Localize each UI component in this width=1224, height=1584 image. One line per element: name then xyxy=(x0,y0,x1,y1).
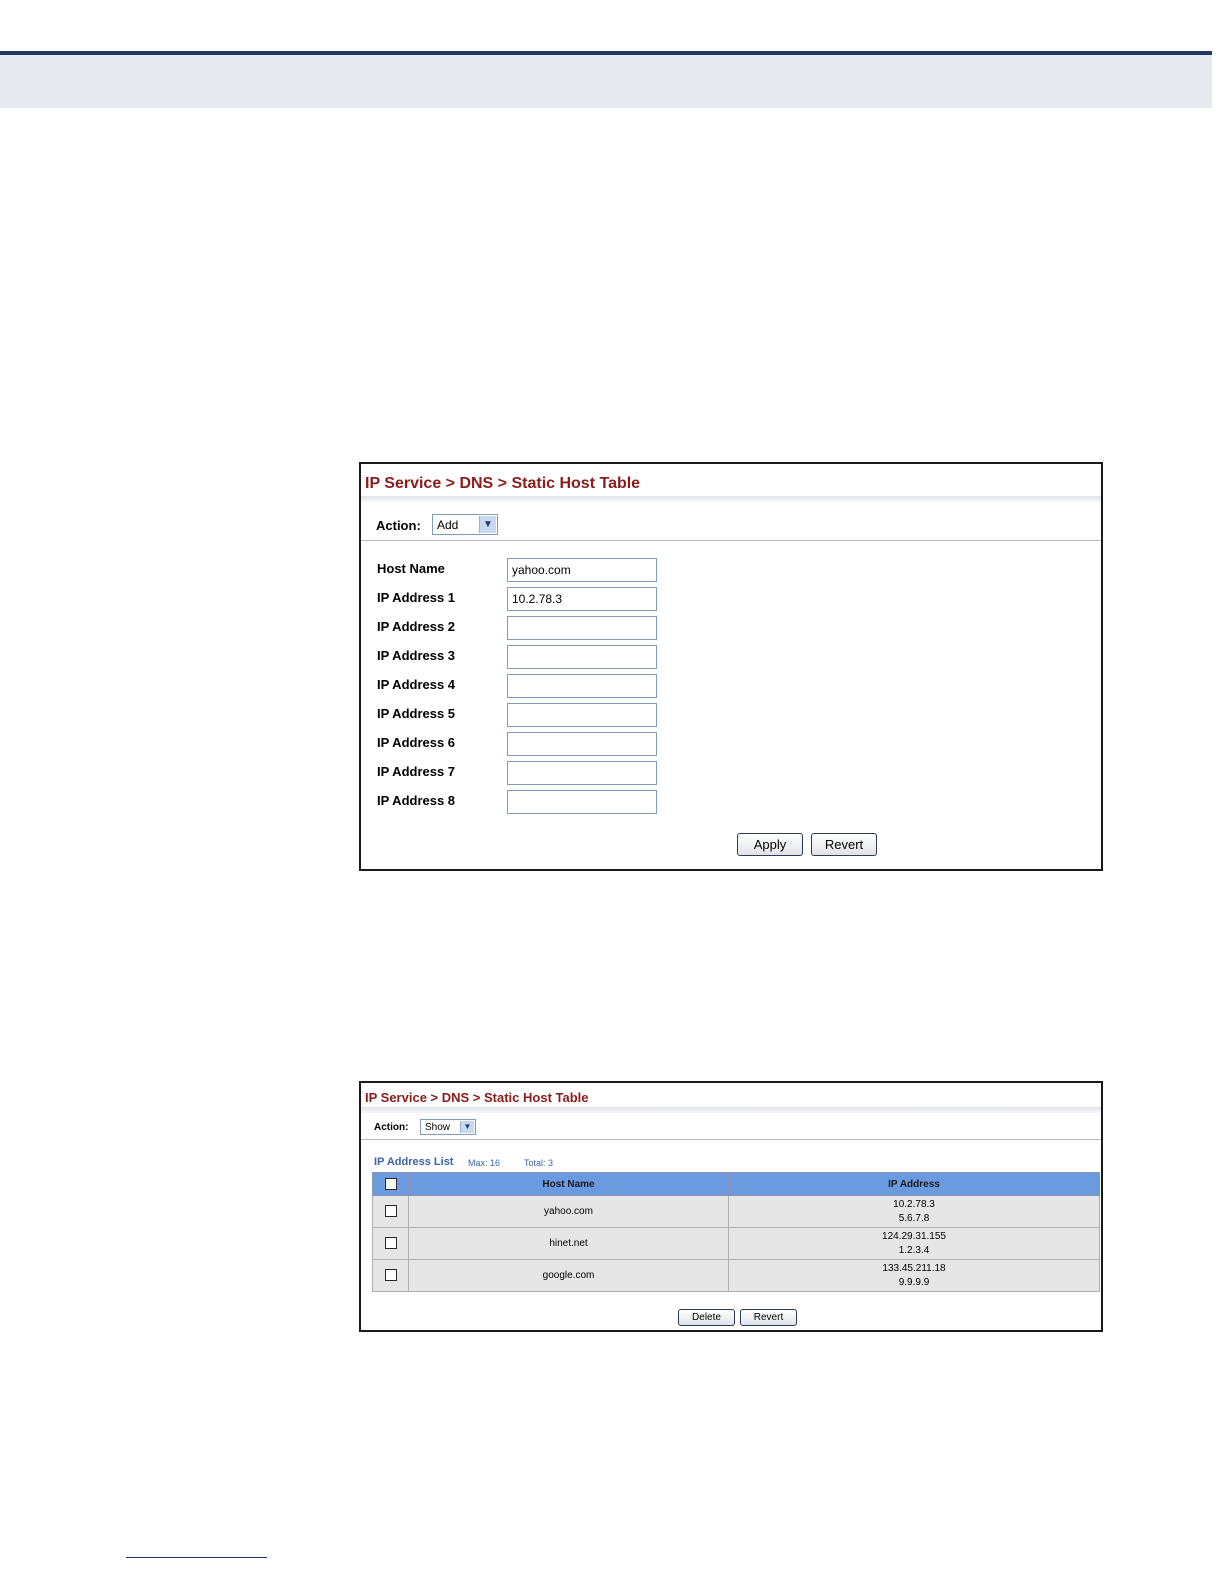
ip-address-2-label: IP Address 2 xyxy=(377,619,456,634)
action-select[interactable]: Add ▼ xyxy=(432,514,498,535)
ip-address-7-label: IP Address 7 xyxy=(377,764,456,779)
ip-address-1-input[interactable] xyxy=(507,587,657,611)
table-header-row: Host Name IP Address xyxy=(372,1172,1100,1196)
ip-address-cell: 10.2.78.3 5.6.7.8 xyxy=(728,1195,1100,1228)
ip-address-8-label: IP Address 8 xyxy=(377,793,456,808)
action-label: Action: xyxy=(374,1122,409,1133)
host-name-cell: yahoo.com xyxy=(408,1195,729,1228)
ip-address-value: 1.2.3.4 xyxy=(898,1244,930,1256)
ip-address-4-label: IP Address 4 xyxy=(377,677,456,692)
host-table: Host Name IP Address yahoo.com 10.2.78.3… xyxy=(372,1172,1100,1292)
ip-address-3-input[interactable] xyxy=(507,645,657,669)
ip-address-cell: 124.29.31.155 1.2.3.4 xyxy=(728,1227,1100,1260)
action-select[interactable]: Show ▼ xyxy=(420,1119,476,1135)
row-checkbox[interactable] xyxy=(384,1268,397,1281)
footer-rule xyxy=(126,1557,267,1558)
host-name-cell: hinet.net xyxy=(408,1227,729,1260)
action-label: Action: xyxy=(376,518,421,533)
ip-address-value: 124.29.31.155 xyxy=(882,1230,946,1242)
divider xyxy=(361,1139,1101,1140)
chevron-down-icon[interactable]: ▼ xyxy=(479,516,496,533)
page-breadcrumb: IP Service > DNS > Static Host Table xyxy=(365,1090,589,1105)
ip-address-5-input[interactable] xyxy=(507,703,657,727)
total-count: Total: 3 xyxy=(524,1158,554,1168)
ip-address-5-label: IP Address 5 xyxy=(377,706,456,721)
apply-button[interactable]: Apply xyxy=(737,833,803,856)
column-header-ip-address: IP Address xyxy=(728,1172,1100,1196)
static-host-add-panel: IP Service > DNS > Static Host Table Act… xyxy=(359,462,1103,871)
table-row: yahoo.com 10.2.78.3 5.6.7.8 xyxy=(372,1195,1100,1228)
row-select-cell xyxy=(372,1195,409,1228)
table-row: hinet.net 124.29.31.155 1.2.3.4 xyxy=(372,1227,1100,1260)
chevron-down-icon[interactable]: ▼ xyxy=(460,1121,474,1133)
row-select-cell xyxy=(372,1227,409,1260)
row-select-cell xyxy=(372,1259,409,1292)
host-name-label: Host Name xyxy=(377,561,445,576)
select-all-checkbox[interactable] xyxy=(384,1178,397,1190)
list-title: IP Address List xyxy=(374,1156,454,1168)
table-row: google.com 133.45.211.18 9.9.9.9 xyxy=(372,1259,1100,1292)
action-select-value: Show xyxy=(425,1122,451,1133)
ip-address-value: 133.45.211.18 xyxy=(882,1262,946,1274)
ip-address-value: 10.2.78.3 xyxy=(893,1198,935,1210)
ip-address-8-input[interactable] xyxy=(507,790,657,814)
revert-button[interactable]: Revert xyxy=(740,1309,797,1326)
row-checkbox[interactable] xyxy=(384,1236,397,1249)
revert-button[interactable]: Revert xyxy=(811,833,877,856)
ip-address-value: 5.6.7.8 xyxy=(898,1212,930,1224)
static-host-list-panel: IP Service > DNS > Static Host Table Act… xyxy=(359,1081,1103,1332)
ip-address-6-input[interactable] xyxy=(507,732,657,756)
ip-address-2-input[interactable] xyxy=(507,616,657,640)
divider xyxy=(361,540,1101,541)
page-breadcrumb: IP Service > DNS > Static Host Table xyxy=(365,475,641,492)
ip-address-6-label: IP Address 6 xyxy=(377,735,456,750)
ip-address-3-label: IP Address 3 xyxy=(377,648,456,663)
row-checkbox[interactable] xyxy=(384,1204,397,1217)
page-header-band xyxy=(0,55,1212,108)
action-select-value: Add xyxy=(437,518,459,532)
ip-address-7-input[interactable] xyxy=(507,761,657,785)
ip-address-1-label: IP Address 1 xyxy=(377,590,456,605)
host-name-cell: google.com xyxy=(408,1259,729,1292)
title-band xyxy=(361,1107,1101,1113)
host-name-input[interactable] xyxy=(507,558,657,582)
select-all-cell xyxy=(372,1172,409,1196)
column-header-host-name: Host Name xyxy=(408,1172,729,1196)
ip-address-cell: 133.45.211.18 9.9.9.9 xyxy=(728,1259,1100,1292)
title-band xyxy=(361,496,1101,502)
ip-address-4-input[interactable] xyxy=(507,674,657,698)
ip-address-value: 9.9.9.9 xyxy=(898,1276,930,1288)
delete-button[interactable]: Delete xyxy=(678,1309,735,1326)
max-count: Max: 16 xyxy=(468,1158,501,1168)
